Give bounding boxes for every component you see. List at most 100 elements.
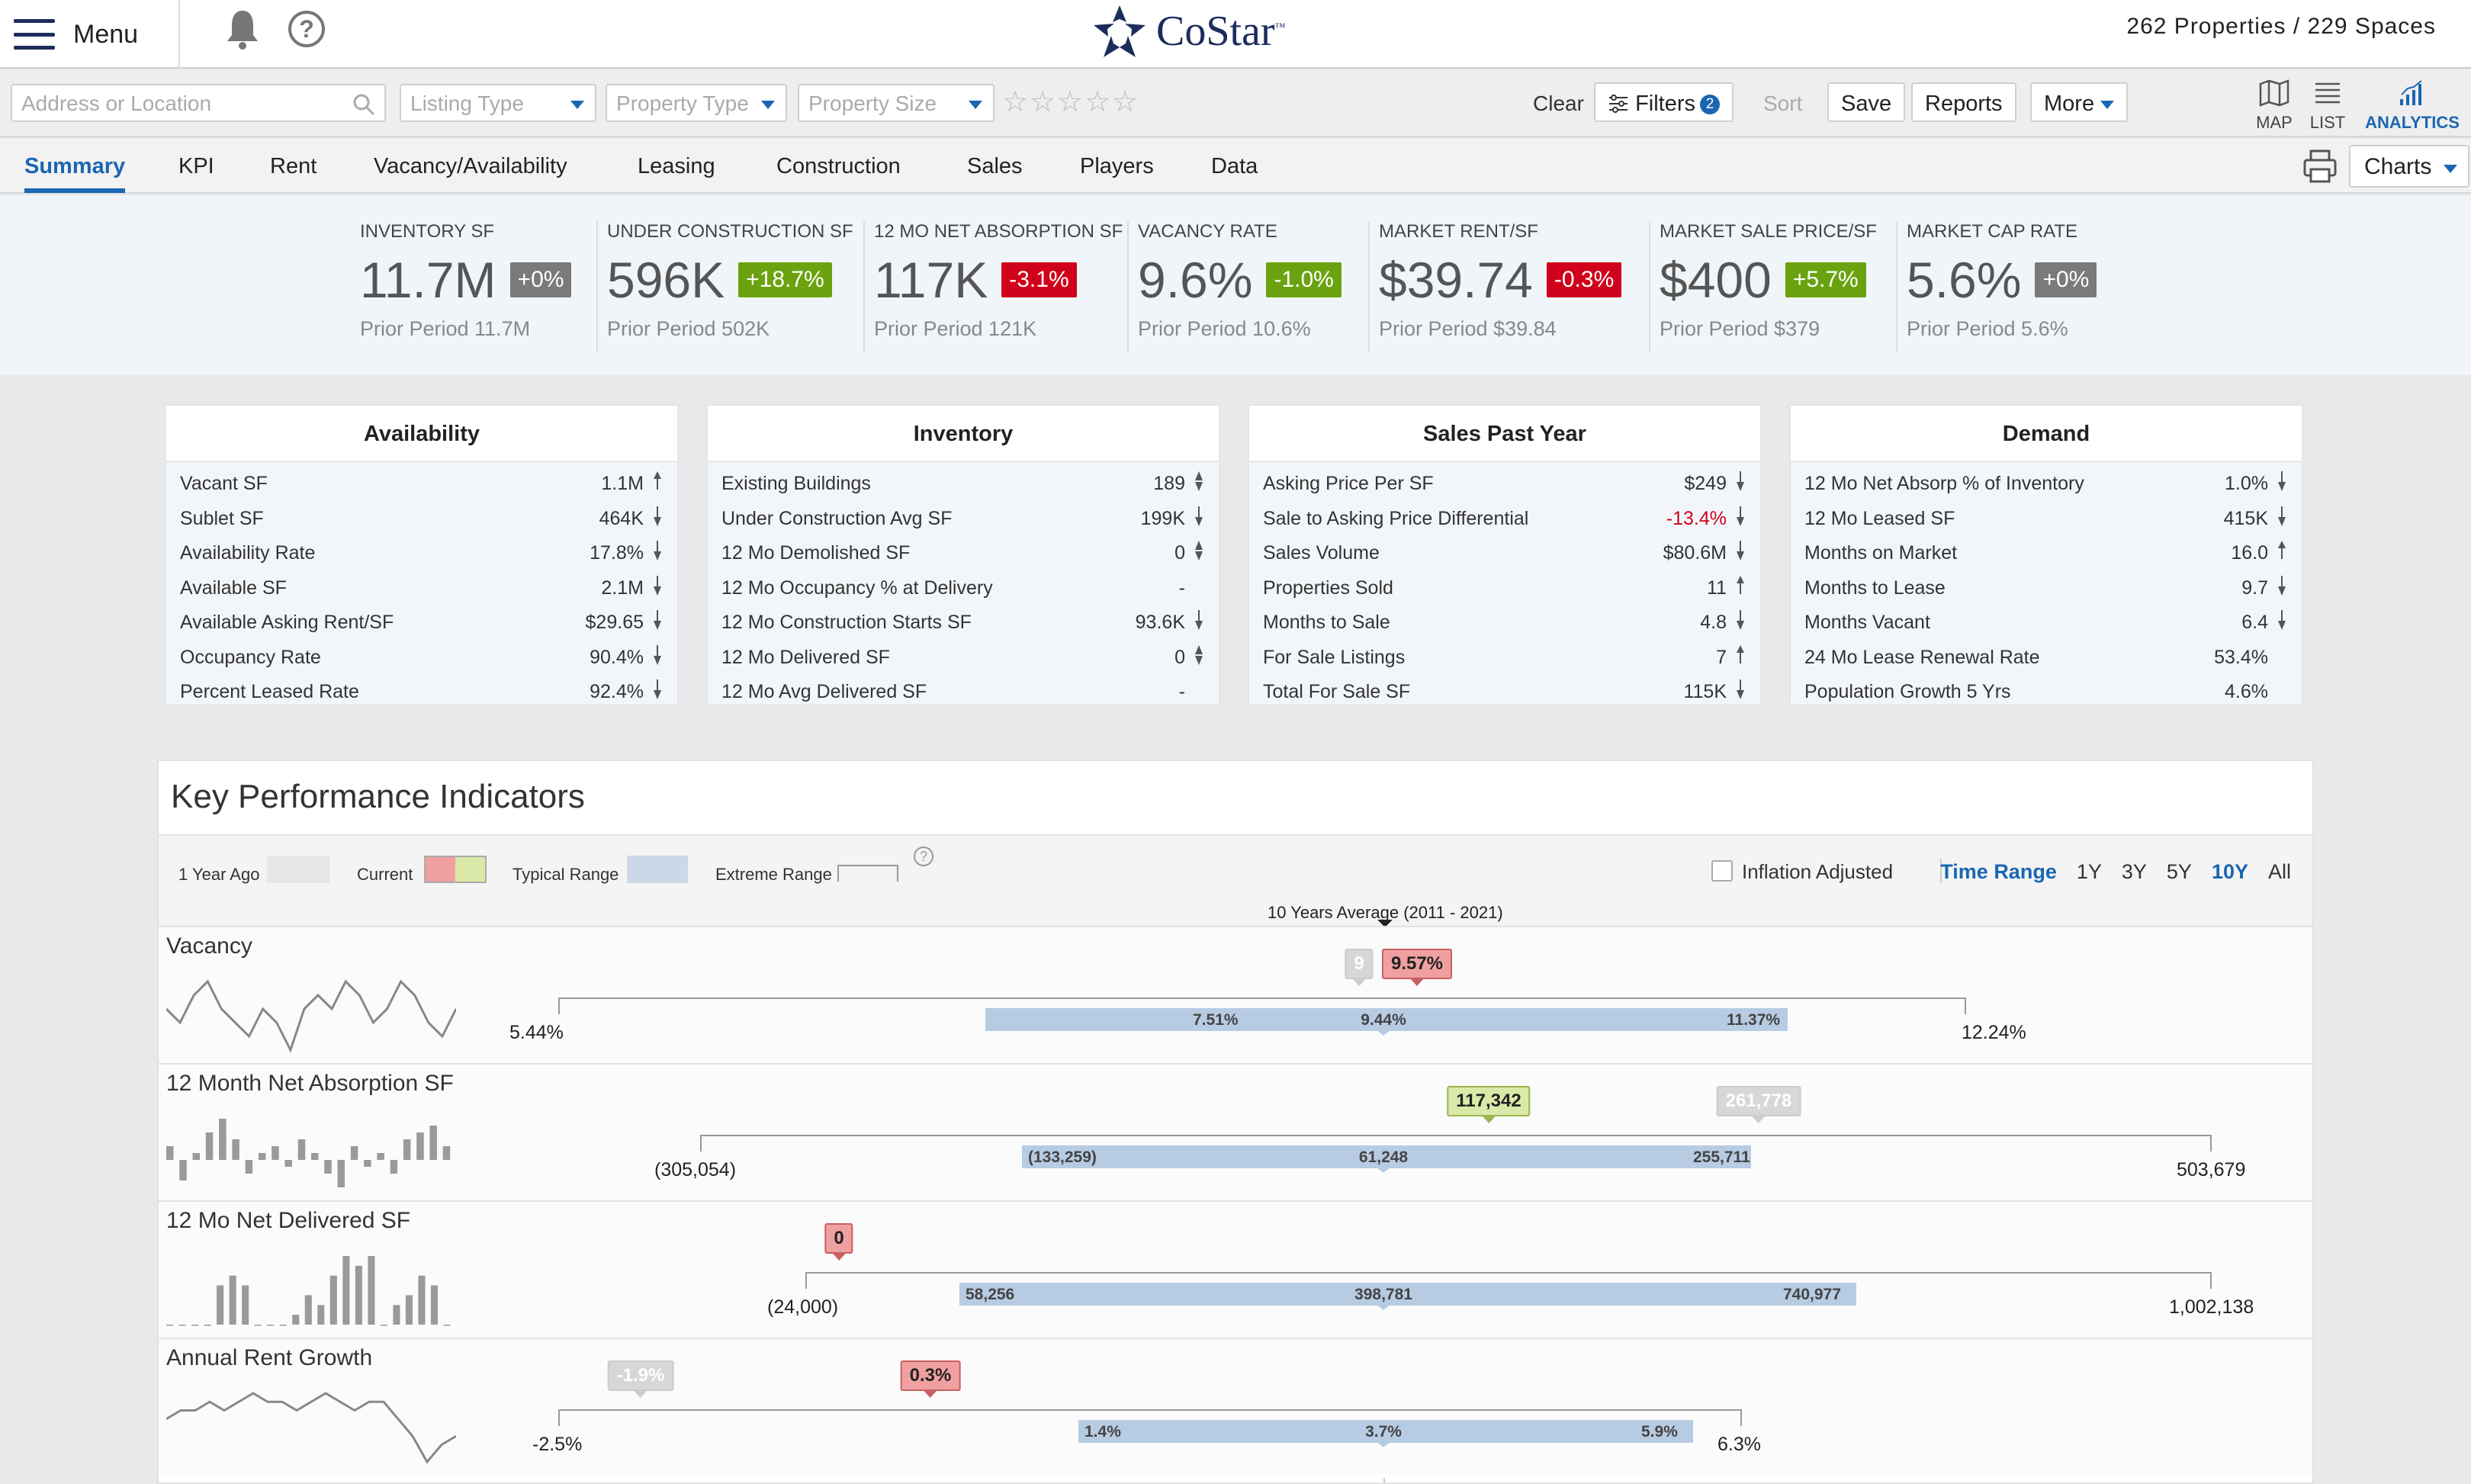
card-row[interactable]: Occupancy Rate 90.4% [166, 641, 677, 676]
spark-bar [272, 1146, 279, 1160]
charts-dropdown[interactable]: Charts [2349, 145, 2470, 188]
property-size-select[interactable]: Property Size [798, 84, 995, 122]
year-ago-marker[interactable]: 261,778 [1716, 1086, 1801, 1123]
card-row[interactable]: Asking Price Per SF $249 [1249, 467, 1760, 502]
summary-metric[interactable]: UNDER CONSTRUCTION SF 596K +18.7% Prior … [598, 221, 865, 352]
address-search-input[interactable]: Address or Location [11, 84, 386, 122]
logo-text: CoStar™ [1156, 8, 1286, 55]
card-row[interactable]: Months Vacant 6.4 [1791, 605, 2302, 641]
time-all[interactable]: All [2268, 860, 2291, 891]
card-title: Demand [1791, 406, 2302, 462]
card-row[interactable]: 12 Mo Leased SF 415K [1791, 502, 2302, 537]
star-rating-2[interactable]: ☆ [1030, 85, 1056, 119]
inflation-adjusted-checkbox[interactable] [1711, 860, 1733, 882]
tab-kpi[interactable]: KPI [178, 154, 214, 179]
card-row[interactable]: Sales Volume $80.6M [1249, 536, 1760, 571]
property-type-select[interactable]: Property Type [606, 84, 787, 122]
card-row[interactable]: Available SF 2.1M [166, 571, 677, 606]
tab-summary[interactable]: Summary [24, 154, 126, 193]
card-row[interactable]: Available Asking Rent/SF $29.65 [166, 605, 677, 641]
tab-rent[interactable]: Rent [270, 154, 317, 179]
tab-vacancy-availability[interactable]: Vacancy/Availability [374, 154, 567, 179]
time-10y[interactable]: 10Y [2212, 860, 2248, 891]
stat-card-availability: Availability Vacant SF 1.1M Sublet SF 46… [165, 404, 679, 706]
costar-logo[interactable]: CoStar™ [1091, 0, 1285, 63]
analytics-view-button[interactable]: ANALYTICS [2363, 79, 2462, 133]
print-icon[interactable] [2302, 148, 2338, 185]
card-row[interactable]: Existing Buildings 189 [708, 467, 1219, 502]
card-row[interactable]: Vacant SF 1.1M [166, 467, 677, 502]
summary-metric[interactable]: MARKET RENT/SF $39.74 -0.3% Prior Period… [1370, 221, 1650, 352]
card-row[interactable]: Population Growth 5 Yrs 4.6% [1791, 675, 2302, 710]
star-rating-3[interactable]: ☆ [1057, 85, 1083, 119]
tab-data[interactable]: Data [1211, 154, 1258, 179]
current-marker[interactable]: 0 [824, 1223, 853, 1261]
year-ago-marker[interactable]: -1.9% [607, 1360, 674, 1398]
current-marker[interactable]: 9.57% [1381, 949, 1453, 986]
kpi-row-12-month-net-absorption-sf[interactable]: 12 Month Net Absorption SF (305,054) (13… [159, 1063, 2312, 1200]
sort-button[interactable]: Sort [1763, 92, 1802, 116]
more-button[interactable]: More [2030, 82, 2129, 122]
summary-metric[interactable]: 12 MO NET ABSORPTION SF 117K -3.1% Prior… [865, 221, 1129, 352]
card-row[interactable]: 12 Mo Avg Delivered SF - [708, 675, 1219, 710]
clear-button[interactable]: Clear [1533, 92, 1584, 116]
card-row[interactable]: Availability Rate 17.8% [166, 536, 677, 571]
summary-metric[interactable]: VACANCY RATE 9.6% -1.0% Prior Period 10.… [1129, 221, 1370, 352]
tab-players[interactable]: Players [1080, 154, 1154, 179]
card-row[interactable]: Sale to Asking Price Differential -13.4% [1249, 502, 1760, 537]
average-tick [1376, 1167, 1391, 1173]
card-row[interactable]: 12 Mo Occupancy % at Delivery - [708, 571, 1219, 606]
save-button[interactable]: Save [1827, 82, 1906, 122]
kpi-row-label: Vacancy [166, 933, 252, 959]
filters-button[interactable]: Filters 2 [1594, 82, 1734, 122]
summary-metric[interactable]: MARKET CAP RATE 5.6% +0% Prior Period 5.… [1897, 221, 2126, 352]
card-row[interactable]: 12 Mo Construction Starts SF 93.6K [708, 605, 1219, 641]
star-rating-1[interactable]: ☆ [1002, 85, 1028, 119]
bell-icon[interactable] [223, 6, 262, 52]
current-marker[interactable]: 117,342 [1447, 1086, 1531, 1123]
card-row[interactable]: Percent Leased Rate 92.4% [166, 675, 677, 710]
card-row[interactable]: 24 Mo Lease Renewal Rate 53.4% [1791, 641, 2302, 676]
tab-leasing[interactable]: Leasing [638, 154, 715, 179]
card-row[interactable]: Months on Market 16.0 [1791, 536, 2302, 571]
row-label: Months to Sale [1263, 612, 1390, 634]
card-row[interactable]: Months to Sale 4.8 [1249, 605, 1760, 641]
list-view-button[interactable]: LIST [2296, 79, 2360, 133]
tab-construction[interactable]: Construction [776, 154, 901, 179]
kpi-row-12-mo-net-delivered-sf[interactable]: 12 Mo Net Delivered SF (24,000) 58,256 3… [159, 1200, 2312, 1338]
reports-button[interactable]: Reports [1911, 82, 2016, 122]
card-row[interactable]: Sublet SF 464K [166, 502, 677, 537]
kpi-row-annual-rent-growth[interactable]: Annual Rent Growth -2.5% 1.4% 3.7% 5.9% … [159, 1338, 2312, 1475]
card-row[interactable]: 12 Mo Delivered SF 0 [708, 641, 1219, 676]
star-rating-5[interactable]: ☆ [1112, 85, 1138, 119]
legend-extreme-label: Extreme Range [715, 865, 832, 884]
spark-bar [350, 1146, 358, 1160]
card-row[interactable]: 12 Mo Net Absorp % of Inventory 1.0% [1791, 467, 2302, 502]
time-5y[interactable]: 5Y [2167, 860, 2192, 891]
sliders-icon [1609, 95, 1628, 113]
row-label: Sale to Asking Price Differential [1263, 507, 1529, 529]
time-3y[interactable]: 3Y [2122, 860, 2147, 891]
time-1y[interactable]: 1Y [2077, 860, 2102, 891]
card-row[interactable]: Months to Lease 9.7 [1791, 571, 2302, 606]
kpi-row-vacancy[interactable]: Vacancy 5.44% 7.51% 9.44% 11.37% 12.24% 9… [159, 926, 2312, 1063]
card-row[interactable]: 12 Mo Demolished SF 0 [708, 536, 1219, 571]
current-marker[interactable]: 0.3% [900, 1360, 961, 1398]
card-row[interactable]: Properties Sold 11 [1249, 571, 1760, 606]
listing-type-select[interactable]: Listing Type [400, 84, 596, 122]
prior-period: Prior Period 5.6% [1907, 317, 2068, 340]
spark-bar [442, 1146, 451, 1160]
card-row[interactable]: For Sale Listings 7 [1249, 641, 1760, 676]
row-value: 93.6K [1135, 612, 1185, 634]
legend-help-icon[interactable]: ? [914, 846, 933, 866]
star-rating-4[interactable]: ☆ [1084, 85, 1110, 119]
help-icon[interactable]: ? [288, 11, 325, 47]
card-row[interactable]: Total For Sale SF 115K [1249, 675, 1760, 710]
year-ago-marker[interactable]: 9 [1345, 949, 1374, 986]
summary-metric[interactable]: INVENTORY SF 11.7M +0% Prior Period 11.7… [351, 221, 598, 352]
card-row[interactable]: Under Construction Avg SF 199K [708, 502, 1219, 537]
trend-up-icon [1734, 574, 1746, 602]
tab-sales[interactable]: Sales [967, 154, 1023, 179]
menu-button[interactable]: Menu [14, 8, 138, 61]
summary-metric[interactable]: MARKET SALE PRICE/SF $400 +5.7% Prior Pe… [1650, 221, 1897, 352]
